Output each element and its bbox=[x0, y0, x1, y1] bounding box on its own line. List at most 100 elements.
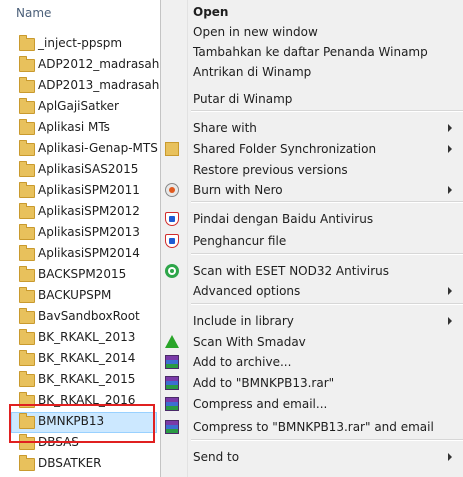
menu-item-label: Pindai dengan Baidu Antivirus bbox=[193, 212, 374, 226]
folder-row[interactable]: AplikasiSPM2012 bbox=[0, 202, 170, 223]
folder-row[interactable]: BACKSPM2015 bbox=[0, 265, 170, 286]
submenu-arrow-icon bbox=[448, 124, 452, 132]
folder-row[interactable]: AplikasiSAS2015 bbox=[0, 160, 170, 181]
folder-icon bbox=[19, 329, 35, 345]
folder-row[interactable]: BK_RKAKL_2015 bbox=[0, 370, 170, 391]
menu-item-send-to[interactable]: Send to bbox=[161, 447, 463, 467]
menu-item-compress-and-email[interactable]: Compress and email... bbox=[161, 394, 463, 414]
menu-item-label: Putar di Winamp bbox=[193, 92, 293, 106]
folder-row[interactable]: Aplikasi MTs bbox=[0, 118, 170, 139]
menu-item-add-to-archive[interactable]: Add to archive... bbox=[161, 352, 463, 372]
folder-name: _inject-ppspm bbox=[38, 36, 123, 50]
folder-name: Aplikasi-Genap-MTS bbox=[38, 141, 158, 155]
folder-icon bbox=[19, 182, 35, 198]
menu-item-open-in-new-window[interactable]: Open in new window bbox=[161, 22, 463, 42]
folder-row[interactable]: AplikasiSPM2014 bbox=[0, 244, 170, 265]
folder-row[interactable]: BavSandboxRoot bbox=[0, 307, 170, 328]
menu-item-label: Restore previous versions bbox=[193, 163, 348, 177]
menu-item-label: Advanced options bbox=[193, 284, 301, 298]
eset-icon bbox=[165, 264, 179, 278]
folder-icon bbox=[19, 98, 35, 114]
winrar-icon bbox=[165, 420, 179, 434]
menu-item-penghancur-file[interactable]: Penghancur file bbox=[161, 231, 463, 251]
menu-item-label: Shared Folder Synchronization bbox=[193, 142, 377, 156]
menu-item-antrikan-di-winamp[interactable]: Antrikan di Winamp bbox=[161, 62, 463, 82]
folder-row[interactable]: AplikasiSPM2013 bbox=[0, 223, 170, 244]
folder-name: AplGajiSatker bbox=[38, 99, 119, 113]
folder-name: BK_RKAKL_2015 bbox=[38, 372, 136, 386]
menu-separator bbox=[191, 253, 463, 255]
smadav-icon bbox=[165, 335, 179, 348]
shared-folder-icon bbox=[165, 142, 179, 156]
folder-icon bbox=[19, 77, 35, 93]
folder-name: ADP2012_madrasah bbox=[38, 57, 160, 71]
menu-separator bbox=[191, 110, 463, 112]
folder-row[interactable]: DBSATKER bbox=[0, 454, 170, 475]
submenu-arrow-icon bbox=[448, 317, 452, 325]
folder-name: AplikasiSPM2012 bbox=[38, 204, 140, 218]
folder-icon bbox=[19, 287, 35, 303]
folder-row[interactable]: ADP2012_madrasah bbox=[0, 55, 170, 76]
folder-name: AplikasiSPM2013 bbox=[38, 225, 140, 239]
folder-icon bbox=[19, 350, 35, 366]
folder-name: Aplikasi MTs bbox=[38, 120, 110, 134]
folder-row[interactable]: AplikasiSPM2011 bbox=[0, 181, 170, 202]
menu-separator bbox=[191, 303, 463, 305]
menu-item-label: Open in new window bbox=[193, 25, 318, 39]
folder-icon bbox=[19, 224, 35, 240]
context-menu: Open Open in new window Tambahkan ke dafta… bbox=[160, 0, 463, 477]
folder-icon bbox=[19, 245, 35, 261]
menu-item-label: Compress and email... bbox=[193, 397, 328, 411]
menu-item-tambahkan-ke-daftar-penanda-winamp[interactable]: Tambahkan ke daftar Penanda Winamp bbox=[161, 42, 463, 62]
explorer-pane: Name _inject-ppspm ADP2012_madrasah ADP201… bbox=[0, 0, 170, 477]
menu-item-include-in-library[interactable]: Include in library bbox=[161, 311, 463, 331]
menu-item-label: Tambahkan ke daftar Penanda Winamp bbox=[193, 45, 428, 59]
menu-item-label: Add to archive... bbox=[193, 355, 292, 369]
menu-item-scan-with-smadav[interactable]: Scan With Smadav bbox=[161, 332, 463, 352]
nero-icon bbox=[165, 183, 179, 197]
folder-name: AplikasiSAS2015 bbox=[38, 162, 139, 176]
folder-row[interactable]: ADP2013_madrasah bbox=[0, 76, 170, 97]
menu-item-add-to-bmnkpb13-rar[interactable]: Add to "BMNKPB13.rar" bbox=[161, 373, 463, 393]
menu-item-pindai-dengan-baidu-antivirus[interactable]: Pindai dengan Baidu Antivirus bbox=[161, 209, 463, 229]
folder-row[interactable]: BK_RKAKL_2014 bbox=[0, 349, 170, 370]
winrar-icon bbox=[165, 397, 179, 411]
folder-icon bbox=[19, 203, 35, 219]
menu-item-label: Include in library bbox=[193, 314, 294, 328]
folder-row[interactable]: Aplikasi-Genap-MTS bbox=[0, 139, 170, 160]
submenu-arrow-icon bbox=[448, 145, 452, 153]
folder-icon bbox=[19, 371, 35, 387]
menu-item-label: Antrikan di Winamp bbox=[193, 65, 312, 79]
menu-item-putar-di-winamp[interactable]: Putar di Winamp bbox=[161, 89, 463, 109]
folder-icon bbox=[19, 308, 35, 324]
menu-separator bbox=[191, 201, 463, 203]
menu-item-label: Scan with ESET NOD32 Antivirus bbox=[193, 264, 390, 278]
folder-icon bbox=[19, 56, 35, 72]
menu-item-label: Share with bbox=[193, 121, 257, 135]
menu-item-share-with[interactable]: Share with bbox=[161, 118, 463, 138]
menu-item-compress-to-bmnkpb13-rar-and-email[interactable]: Compress to "BMNKPB13.rar" and email bbox=[161, 417, 463, 437]
menu-item-burn-with-nero[interactable]: Burn with Nero bbox=[161, 180, 463, 200]
folder-name: BACKSPM2015 bbox=[38, 267, 127, 281]
folder-icon bbox=[19, 266, 35, 282]
menu-item-open[interactable]: Open bbox=[161, 2, 463, 22]
baidu-shield-icon bbox=[165, 234, 179, 248]
folder-name: BavSandboxRoot bbox=[38, 309, 140, 323]
winrar-icon bbox=[165, 376, 179, 390]
folder-row[interactable]: BACKUPSPM bbox=[0, 286, 170, 307]
folder-row[interactable]: _inject-ppspm bbox=[0, 34, 170, 55]
folder-row[interactable]: AplGajiSatker bbox=[0, 97, 170, 118]
menu-item-scan-with-eset-nod32-antivirus[interactable]: Scan with ESET NOD32 Antivirus bbox=[161, 261, 463, 281]
folder-name: BK_RKAKL_2013 bbox=[38, 330, 136, 344]
menu-item-restore-previous-versions[interactable]: Restore previous versions bbox=[161, 160, 463, 180]
menu-item-shared-folder-synchronization[interactable]: Shared Folder Synchronization bbox=[161, 139, 463, 159]
folder-icon bbox=[19, 455, 35, 471]
folder-row[interactable]: BK_RKAKL_2013 bbox=[0, 328, 170, 349]
menu-item-label: Compress to "BMNKPB13.rar" and email bbox=[193, 420, 434, 434]
submenu-arrow-icon bbox=[448, 186, 452, 194]
column-header-name[interactable]: Name bbox=[16, 6, 51, 20]
folder-name: DBSATKER bbox=[38, 456, 102, 470]
baidu-shield-icon bbox=[165, 212, 179, 226]
menu-item-label: Add to "BMNKPB13.rar" bbox=[193, 376, 335, 390]
menu-item-advanced-options[interactable]: Advanced options bbox=[161, 281, 463, 301]
